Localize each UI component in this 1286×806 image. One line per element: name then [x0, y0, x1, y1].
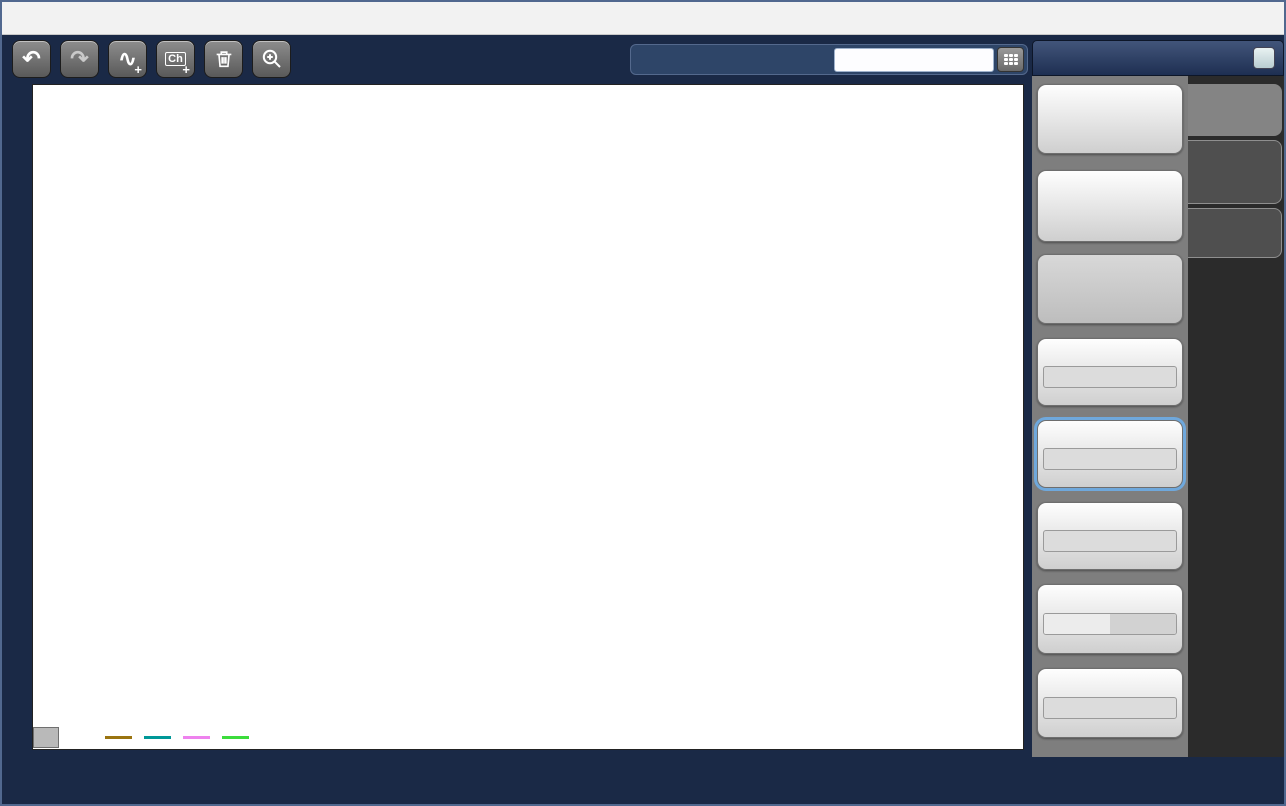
status-bar [2, 755, 1284, 806]
status-row-2 [6, 784, 1284, 806]
status-row-1 [6, 758, 1284, 781]
scale-panel-tab-column [1188, 76, 1284, 757]
reference-level-widget [630, 44, 1028, 75]
add-trace-button[interactable]: ∿+ [108, 40, 147, 78]
scale-coupling-button[interactable] [1037, 668, 1183, 738]
scale-coupling-value [1043, 697, 1177, 719]
delete-button[interactable] [204, 40, 243, 78]
channel-strip [33, 725, 1023, 749]
menu-bar [2, 2, 1284, 35]
trash-icon [213, 48, 235, 70]
tab-main[interactable] [1188, 84, 1282, 136]
tab-constants[interactable] [1188, 208, 1282, 258]
y-axis-log-option[interactable] [1110, 614, 1176, 634]
empty-softkey [1037, 254, 1183, 324]
keypad-icon [1004, 54, 1018, 65]
autoscale-button[interactable] [1037, 84, 1183, 154]
y-axis-spacing-toggle[interactable] [1043, 613, 1177, 635]
legend-dash-tr3 [183, 736, 210, 739]
scale-panel [1032, 40, 1284, 757]
vna-application-window: ↶ ↷ ∿+ Ch+ [0, 0, 1286, 806]
reference-position-button[interactable] [1037, 502, 1183, 570]
legend-dash-tr1 [105, 736, 132, 739]
reference-level-input[interactable] [834, 48, 994, 72]
legend-dash-tr2 [144, 736, 171, 739]
scale-panel-header[interactable] [1032, 40, 1284, 76]
legend-dash-tr4 [222, 736, 249, 739]
redo-button[interactable]: ↷ [60, 40, 99, 78]
keypad-button[interactable] [997, 47, 1024, 72]
redo-icon: ↷ [70, 46, 88, 72]
tab-electrical-delay[interactable] [1188, 140, 1282, 204]
add-channel-button[interactable]: Ch+ [156, 40, 195, 78]
scale-button[interactable] [1037, 338, 1183, 406]
y-axis-linear-option[interactable] [1044, 614, 1110, 634]
zoom-icon [260, 47, 284, 71]
reference-level-button[interactable] [1037, 420, 1183, 488]
zoom-button[interactable] [252, 40, 291, 78]
reference-position-value [1043, 530, 1177, 552]
autoscale-all-button[interactable] [1037, 170, 1183, 242]
scale-panel-body [1032, 76, 1188, 757]
scale-value [1043, 366, 1177, 388]
plot-traces [33, 85, 1025, 751]
channel-index-badge[interactable] [33, 727, 59, 748]
close-button[interactable] [1253, 47, 1275, 69]
reference-level-value [1043, 448, 1177, 470]
y-axis-spacing-button[interactable] [1037, 584, 1183, 654]
graph-area [32, 84, 1024, 750]
undo-icon: ↶ [22, 46, 40, 72]
undo-button[interactable]: ↶ [12, 40, 51, 78]
